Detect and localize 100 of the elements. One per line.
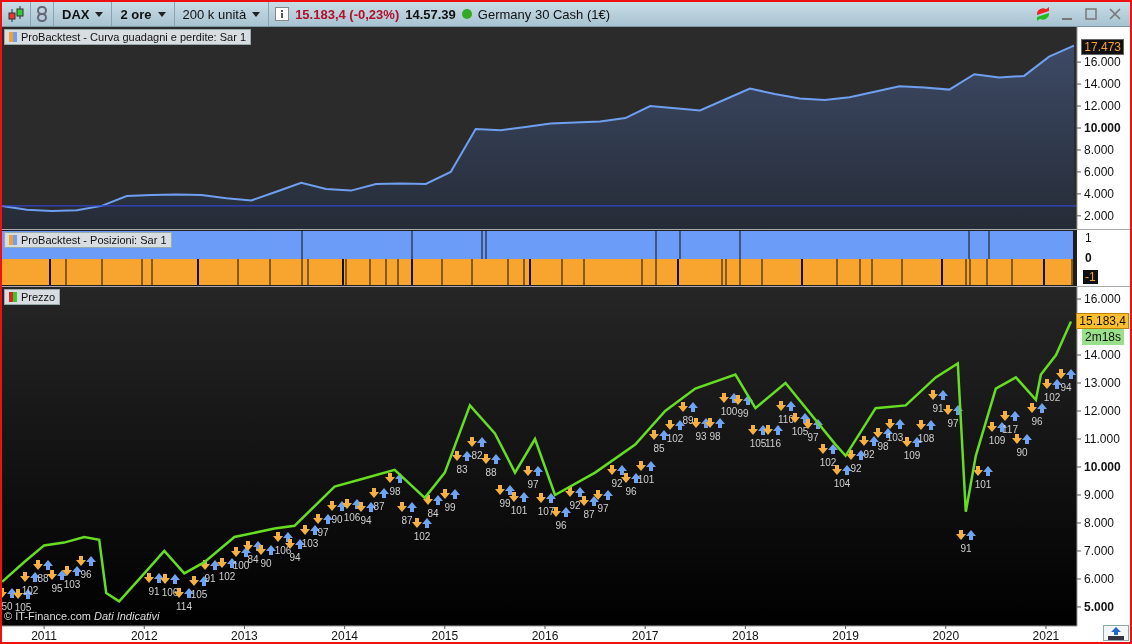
trade-arrows-icon	[832, 465, 852, 475]
axis-label: -1	[1083, 270, 1098, 284]
countdown-badge: 2m18s	[1081, 329, 1124, 346]
info-icon[interactable]	[275, 7, 290, 21]
trade-arrows-icon	[885, 419, 905, 429]
axis-label: 2021	[1032, 629, 1060, 642]
trade-label: 108	[917, 433, 935, 444]
minimize-icon	[1062, 18, 1072, 20]
trade-label: 102	[21, 585, 39, 596]
trade-label: 103	[63, 579, 81, 590]
trade-label: 92	[611, 478, 623, 489]
axis-label: 2011	[31, 629, 57, 642]
trade-label: 114	[176, 601, 192, 612]
trade-arrows-icon	[846, 450, 866, 460]
trade-arrows-icon	[733, 395, 753, 405]
trade-label: 99	[444, 502, 456, 513]
axis-label: 14.000	[1084, 348, 1121, 362]
trade-arrows-icon	[2, 588, 17, 598]
maximize-icon	[1085, 8, 1097, 20]
trade-label: 97	[317, 527, 329, 538]
trade-label: 96	[555, 520, 567, 531]
trade-arrows-icon	[20, 572, 40, 582]
trade-label: 102	[413, 531, 431, 542]
trade-arrows-icon	[231, 547, 251, 557]
trade-label: 102	[1043, 392, 1061, 403]
trade-label: 102	[819, 457, 837, 468]
legend-icon	[9, 32, 17, 42]
quote-time: 14.57.39	[405, 6, 456, 22]
trade-arrows-icon	[273, 532, 293, 542]
candlestick-icon[interactable]	[8, 5, 24, 23]
trade-label: 87	[373, 501, 385, 512]
trade-arrows-icon	[536, 493, 556, 503]
expand-button[interactable]	[1103, 625, 1129, 641]
legend-icon	[9, 235, 17, 245]
axis-label: 8.000	[1084, 516, 1115, 530]
caret-icon	[95, 11, 104, 17]
axis-label: 2019	[832, 629, 859, 642]
trade-label: 97	[527, 479, 539, 490]
trade-arrows-icon	[636, 461, 656, 471]
trade-arrows-icon	[665, 420, 685, 430]
trade-label: 90	[331, 514, 343, 525]
trade-arrows-icon	[397, 502, 417, 512]
status-dot	[461, 9, 472, 19]
trade-label: 109	[903, 450, 921, 461]
axis-label: 2015	[431, 629, 459, 642]
trade-arrows-icon	[300, 525, 320, 535]
trade-label: 96	[1031, 416, 1043, 427]
trade-label: 100	[720, 406, 738, 417]
trade-arrows-icon	[593, 490, 613, 500]
trade-label: 89	[682, 415, 694, 426]
axis-label: 2018	[732, 629, 759, 642]
trade-label: 83	[456, 464, 468, 475]
trade-arrows-icon	[1042, 379, 1062, 389]
trade-arrows-icon	[678, 402, 698, 412]
trade-label: 97	[947, 418, 959, 429]
trade-label: 87	[583, 509, 595, 520]
axis-label: 2017	[631, 629, 659, 642]
toolbar-dropdown[interactable]: 200 k unità	[174, 2, 270, 26]
toolbar-dropdown[interactable]: DAX	[54, 2, 113, 26]
axis-label: 12.000	[1084, 99, 1121, 114]
axis-label: 2016	[531, 629, 559, 642]
refresh-button[interactable]	[1034, 6, 1052, 22]
trade-arrows-icon	[144, 573, 164, 583]
trade-arrows-icon	[76, 556, 96, 566]
axis-label: 16.000	[1084, 55, 1121, 70]
trade-label: 98	[389, 486, 401, 497]
trade-label: 92	[850, 463, 862, 474]
trade-arrows-icon	[1012, 434, 1032, 444]
trade-arrows-icon	[200, 560, 220, 570]
axis-label: 13.000	[1084, 376, 1121, 390]
trade-arrows-icon	[928, 390, 948, 400]
close-button[interactable]	[1106, 6, 1124, 22]
last-value-badge: 17.473	[1081, 38, 1124, 55]
chart-legend: ProBacktest - Posizioni: Sar 1	[4, 232, 172, 248]
trade-label: 100	[232, 560, 250, 571]
trade-label: 105	[749, 438, 767, 449]
trade-label: 116	[765, 438, 781, 449]
trade-arrows-icon	[160, 574, 180, 584]
trade-arrows-icon	[33, 560, 53, 570]
trade-arrows-icon	[1056, 369, 1076, 379]
price-change: 15.183,4 (-0,23%)	[295, 6, 400, 22]
maximize-button[interactable]	[1082, 6, 1100, 22]
toolbar-dropdown[interactable]: 2 ore	[112, 2, 175, 26]
trade-arrows-icon	[973, 466, 993, 476]
trade-arrows-icon	[956, 530, 976, 540]
trade-arrows-icon	[649, 430, 669, 440]
trade-arrows-icon	[481, 454, 501, 464]
trade-label: 91	[932, 403, 944, 414]
source-note: © IT-Finance.com Dati Indicativi	[4, 610, 160, 622]
trade-arrows-icon	[412, 518, 432, 528]
trade-arrows-icon	[1000, 411, 1020, 421]
trade-label: 50	[2, 601, 13, 612]
trade-arrows-icon	[495, 485, 515, 495]
axis-label: 2020	[932, 629, 960, 642]
refresh-icon	[1034, 6, 1052, 22]
link-icon[interactable]	[37, 6, 47, 22]
axis-label: 10.000	[1084, 121, 1121, 135]
trade-label: 105	[190, 589, 208, 600]
trade-label: 98	[709, 431, 721, 442]
trade-arrows-icon	[62, 566, 82, 576]
